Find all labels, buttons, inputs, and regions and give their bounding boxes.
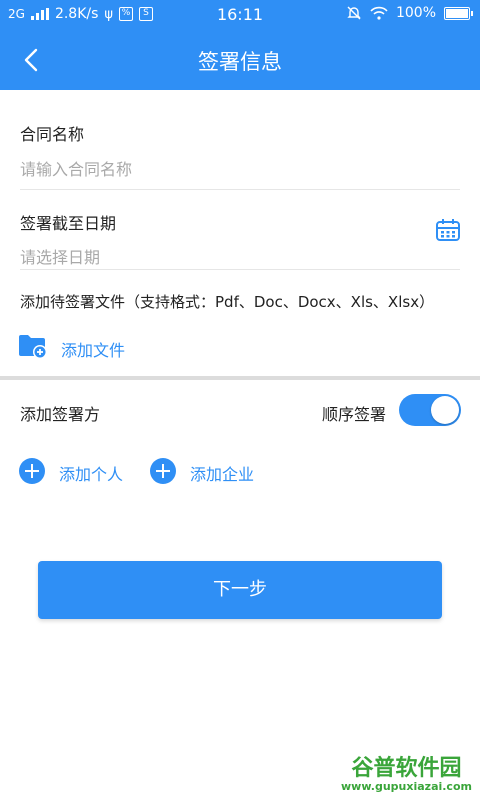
plus-circle-icon <box>19 458 45 484</box>
add-company-button[interactable]: 添加企业 <box>150 457 268 485</box>
watermark-url: www.gupuxiazai.com <box>341 780 472 793</box>
nav-bar: 签署信息 <box>0 30 480 90</box>
contract-name-label: 合同名称 <box>20 125 85 144</box>
add-file-button[interactable]: 添加文件 <box>18 332 138 364</box>
contract-name-input[interactable]: 请输入合同名称 <box>20 156 132 180</box>
wifi-icon <box>370 6 388 20</box>
add-file-label: 添加文件 <box>61 341 126 360</box>
signers-label: 添加签署方 <box>20 405 101 424</box>
watermark-name: 谷普软件园 <box>351 756 462 781</box>
deadline-label: 签署截至日期 <box>20 214 117 233</box>
toggle-knob <box>431 396 459 424</box>
divider <box>20 189 460 190</box>
divider <box>20 269 460 270</box>
calendar-icon[interactable] <box>435 218 461 242</box>
folder-add-icon <box>19 335 47 359</box>
files-label: 添加待签署文件（支持格式：Pdf、Doc、Docx、Xls、Xlsx） <box>20 293 435 311</box>
plus-circle-icon <box>150 458 176 484</box>
add-person-label: 添加个人 <box>59 465 124 484</box>
sequential-sign-label: 顺序签署 <box>322 405 387 424</box>
next-step-button[interactable]: 下一步 <box>38 561 442 619</box>
battery-icon <box>444 6 473 20</box>
status-bar: 2G 2.8K/s ψ % S 16:11 100% <box>0 0 480 30</box>
battery-percent: 100% <box>395 5 436 21</box>
deadline-input[interactable]: 请选择日期 <box>20 244 100 268</box>
sequential-sign-toggle[interactable] <box>399 394 461 426</box>
mute-icon <box>347 6 361 20</box>
add-person-button[interactable]: 添加个人 <box>19 457 134 485</box>
app-header: 2G 2.8K/s ψ % S 16:11 100% 签署信息 <box>0 0 480 90</box>
add-company-label: 添加企业 <box>190 465 255 484</box>
page-title: 签署信息 <box>198 50 282 74</box>
section-divider <box>0 376 480 380</box>
site-watermark: 谷普软件园 www.gupuxiazai.com <box>333 748 480 800</box>
